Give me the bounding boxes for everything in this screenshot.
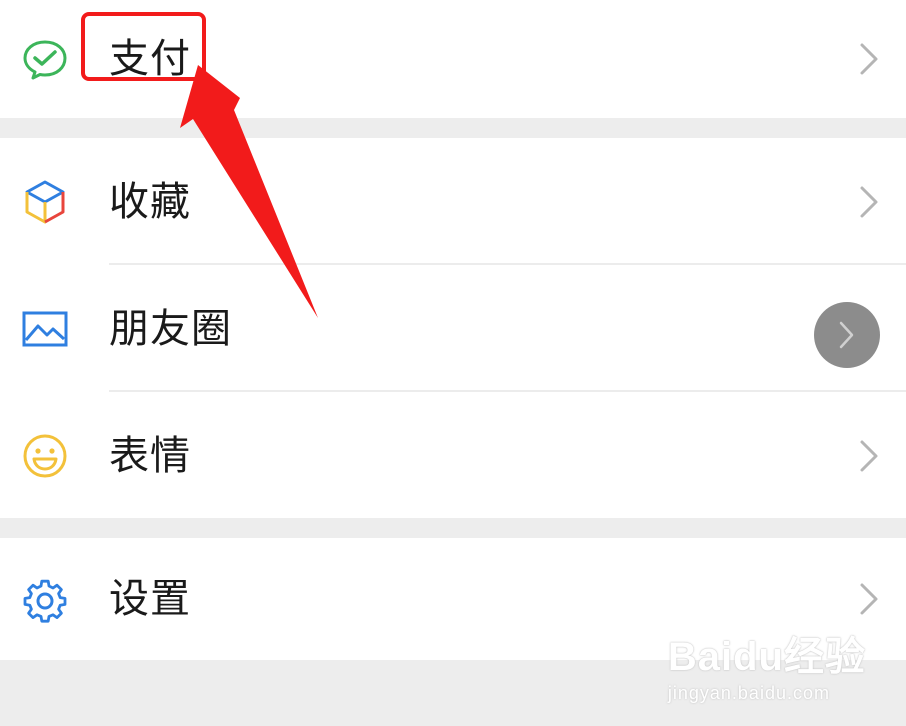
chevron-right-icon <box>858 582 880 616</box>
menu-item-moments-label: 朋友圈 <box>109 305 232 352</box>
smiley-icon <box>20 431 70 481</box>
chevron-right-icon <box>858 185 880 219</box>
menu-item-stickers-label: 表情 <box>109 432 191 479</box>
content-group: 收藏 朋友圈 表情 <box>0 138 906 518</box>
chevron-right-icon <box>858 42 880 76</box>
annotation-highlight-box <box>81 12 206 81</box>
watermark-brand: Baidu经验 <box>667 635 866 679</box>
wechat-me-menu-screen: 支付 收藏 朋友圈 表情 设置 Baidu经验 jingyan.baidu.co… <box>0 0 906 726</box>
baidu-jingyan-watermark: Baidu经验 jingyan.baidu.com <box>668 637 866 704</box>
cube-icon <box>20 177 70 227</box>
menu-item-stickers[interactable]: 表情 <box>0 392 906 519</box>
menu-item-moments[interactable]: 朋友圈 <box>0 265 906 392</box>
menu-item-settings-label: 设置 <box>109 576 191 622</box>
wechat-pay-icon <box>20 34 70 84</box>
chevron-right-icon <box>858 439 880 473</box>
menu-item-favorites[interactable]: 收藏 <box>0 138 906 265</box>
chevron-right-icon <box>839 321 854 349</box>
menu-item-favorites-label: 收藏 <box>109 178 191 225</box>
watermark-url: jingyan.baidu.com <box>667 683 830 703</box>
gear-icon <box>20 574 70 624</box>
picture-icon <box>20 304 70 354</box>
floating-assistive-button[interactable] <box>814 302 880 368</box>
